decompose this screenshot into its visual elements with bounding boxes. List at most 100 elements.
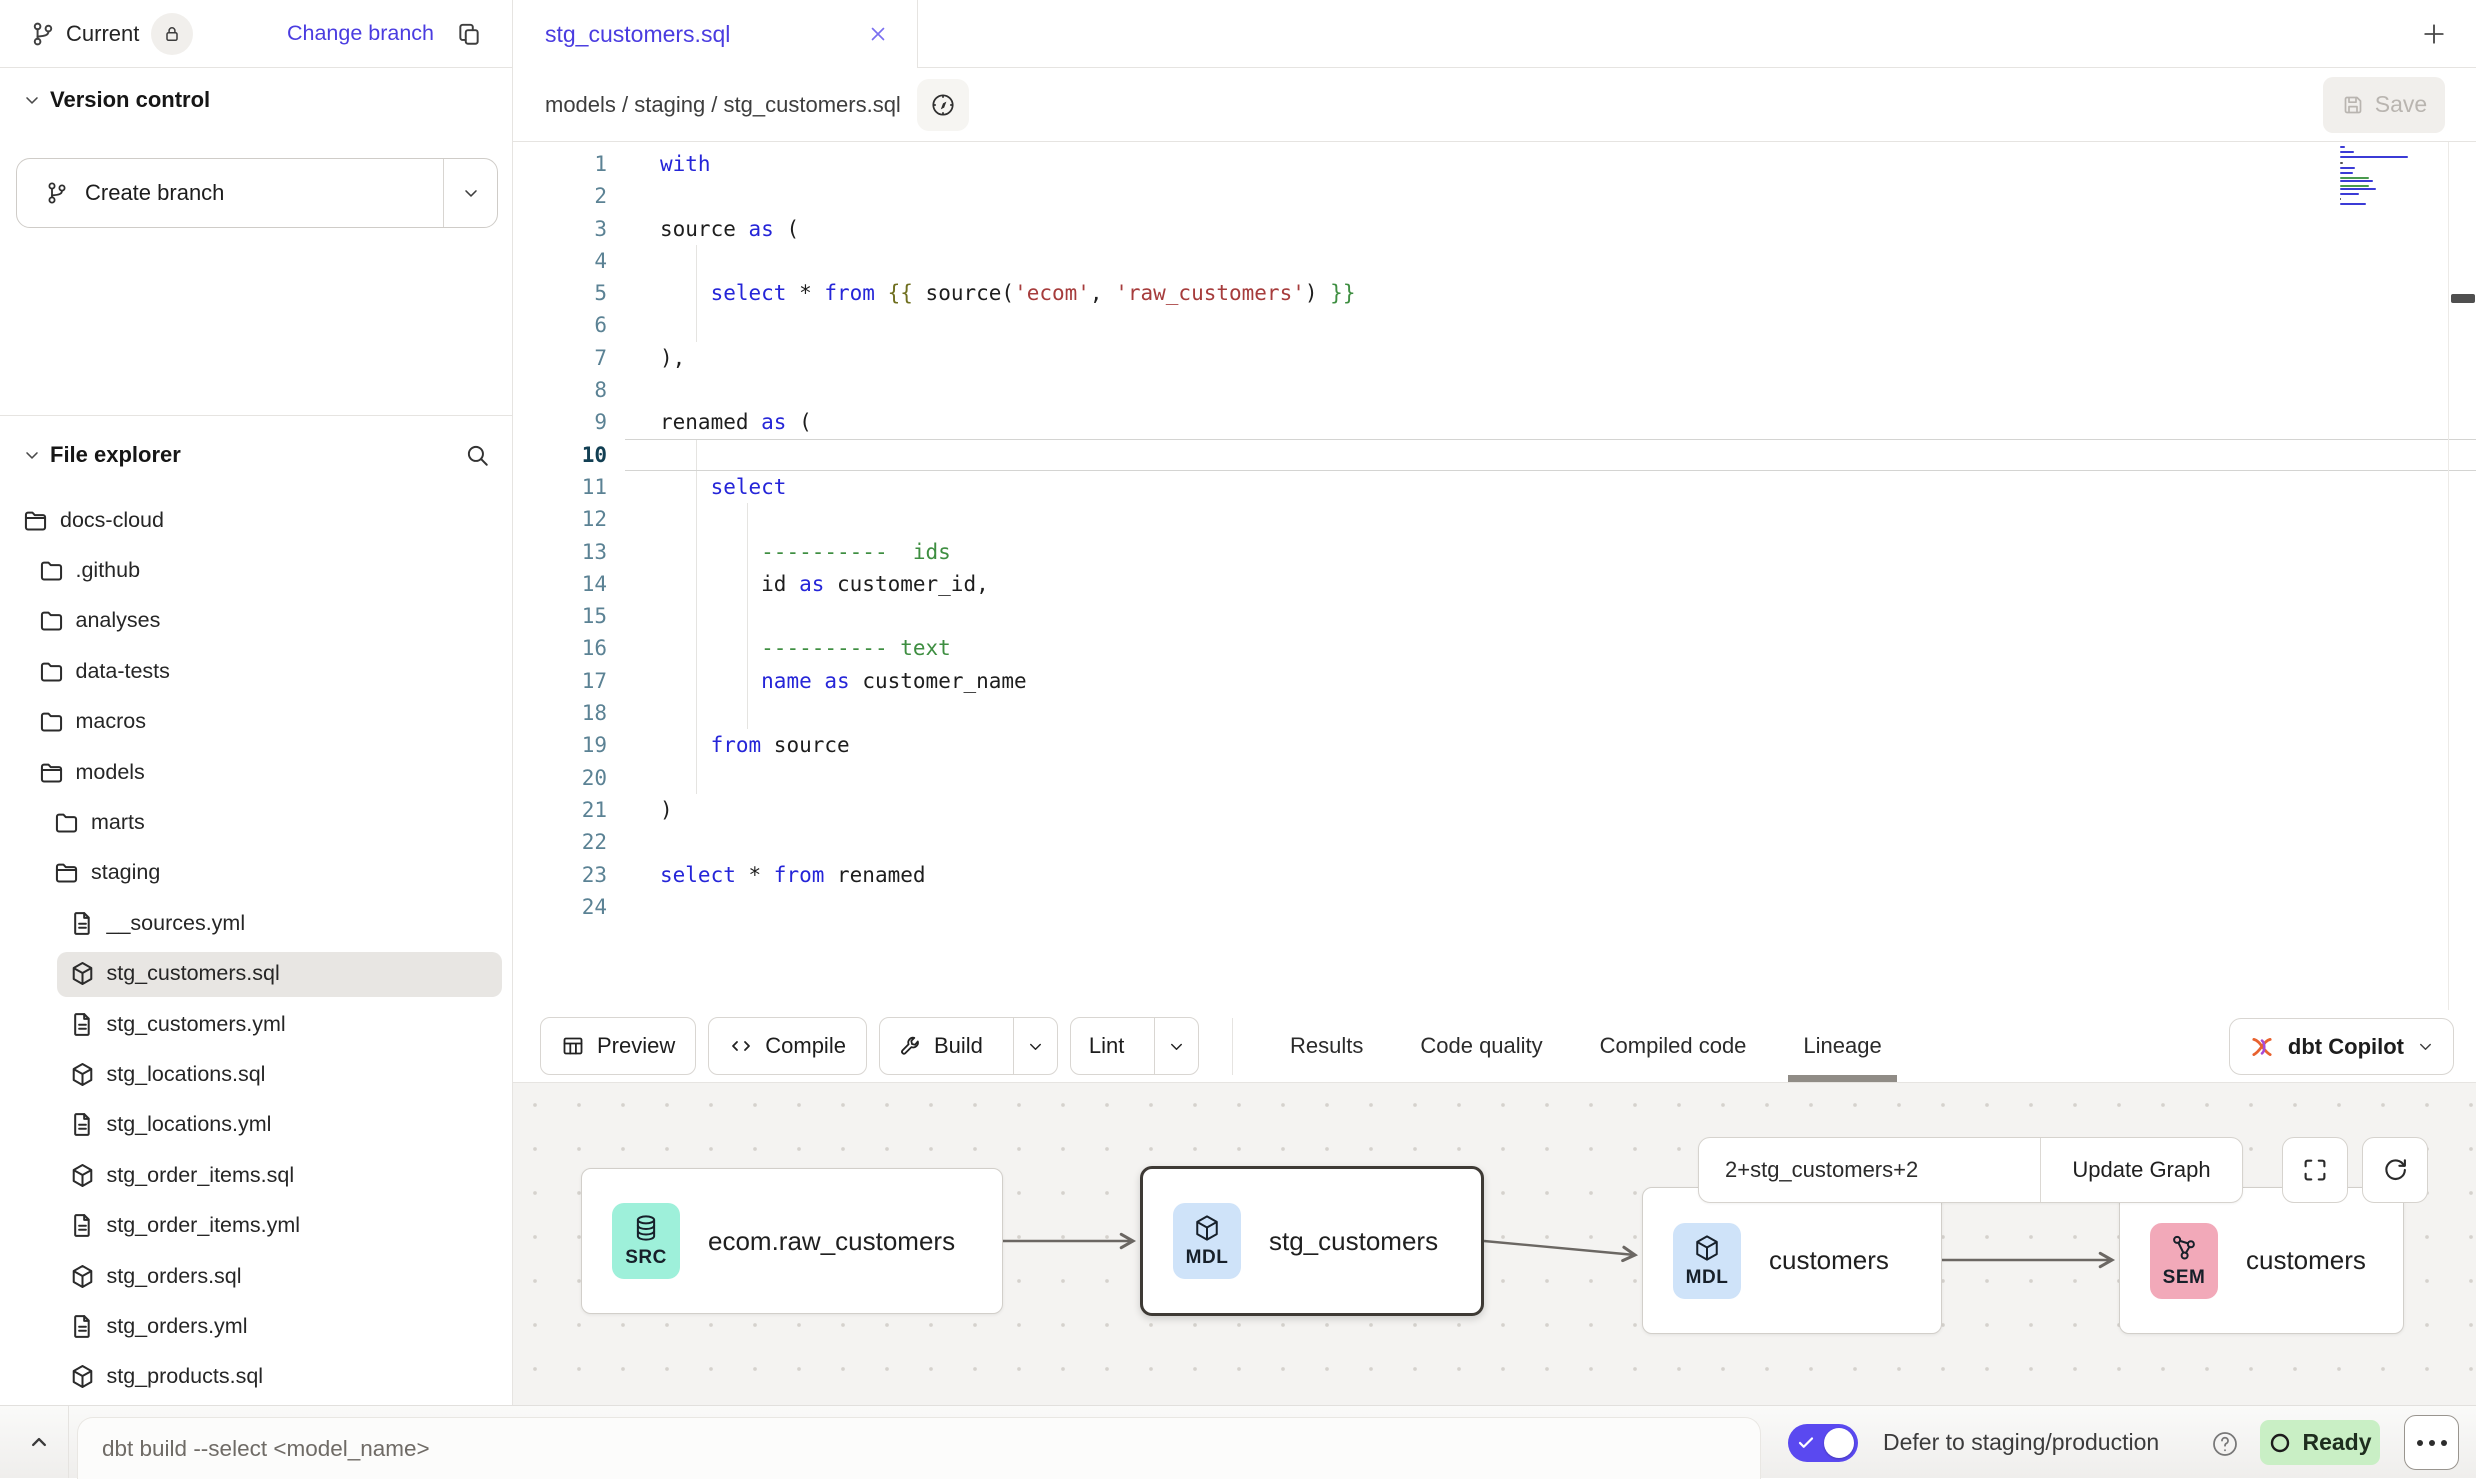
tree-item-data-tests[interactable]: data-tests [0,646,511,696]
lineage-selector-input[interactable] [1699,1138,2040,1202]
tree-item-stg-products-sql[interactable]: stg_products.sql [0,1352,511,1402]
code-line-23[interactable]: 23select * from renamed [513,859,2476,891]
more-options-button[interactable] [2404,1415,2459,1470]
lineage-node-src-ecom-raw-customers[interactable]: SRCecom.raw_customers [581,1168,1003,1314]
file-model-icon [69,1263,96,1290]
code-line-8[interactable]: 8 [513,374,2476,406]
help-icon[interactable] [2210,1429,2240,1459]
code-line-1[interactable]: 1with [513,148,2476,180]
code-line-12[interactable]: 12 [513,503,2476,535]
code-line-5[interactable]: 5 select * from {{ source('ecom', 'raw_c… [513,277,2476,309]
code-line-21[interactable]: 21) [513,794,2476,826]
wrench-icon [898,1034,922,1058]
code-line-22[interactable]: 22 [513,826,2476,858]
folder-open-icon [38,759,65,786]
tree-item-stg-customers-yml[interactable]: stg_customers.yml [0,999,511,1049]
tree-item-models[interactable]: models [0,747,511,797]
file-model-icon [1192,1213,1222,1243]
code-line-13[interactable]: 13 ---------- ids [513,536,2476,568]
lineage-node-mdl-stg-customers[interactable]: MDLstg_customers [1140,1166,1484,1316]
tree-item-stg-locations-sql[interactable]: stg_locations.sql [0,1049,511,1099]
dbt-copilot-icon [2248,1033,2276,1061]
code-editor[interactable]: 1with23source as (45 select * from {{ so… [513,142,2476,1010]
status-badge[interactable]: Ready [2260,1420,2380,1465]
compile-button[interactable]: Compile [708,1017,867,1075]
tree-item-analyses[interactable]: analyses [0,596,511,646]
new-tab-button[interactable] [2414,14,2454,54]
panel-tab-results[interactable]: Results [1290,1010,1363,1082]
panel-tab-lineage[interactable]: Lineage [1803,1010,1881,1082]
node-label: stg_customers [1269,1226,1438,1257]
lineage-node-sem-customers[interactable]: SEMcustomers [2119,1187,2404,1334]
tree-item-stg-customers-sql[interactable]: stg_customers.sql [0,949,511,999]
git-branch-icon [30,21,56,47]
folder-icon [38,658,65,685]
change-branch-link[interactable]: Change branch [287,21,434,46]
lineage-node-mdl-customers[interactable]: MDLcustomers [1642,1187,1942,1334]
lint-button[interactable]: Lint [1071,1018,1142,1074]
code-line-10[interactable]: 10 [513,439,2476,471]
file-doc-icon [69,1111,96,1138]
save-label: Save [2375,91,2427,118]
code-line-7[interactable]: 7), [513,342,2476,374]
code-line-11[interactable]: 11 select [513,471,2476,503]
panel-tab-code-quality[interactable]: Code quality [1420,1010,1542,1082]
tree-item--sources-yml[interactable]: __sources.yml [0,898,511,948]
build-label: Build [934,1033,983,1059]
code-line-4[interactable]: 4 [513,245,2476,277]
copy-branch-icon[interactable] [456,21,482,47]
chevron-down-icon [22,445,42,465]
tree-item--github[interactable]: .github [0,545,511,595]
tree-item-staging[interactable]: staging [0,848,511,898]
code-line-20[interactable]: 20 [513,762,2476,794]
lint-dropdown[interactable] [1154,1018,1198,1074]
git-branch-icon [45,181,69,205]
tree-item-stg-orders-yml[interactable]: stg_orders.yml [0,1301,511,1351]
create-branch-button[interactable]: Create branch [17,159,443,227]
tree-item-stg-locations-yml[interactable]: stg_locations.yml [0,1100,511,1150]
defer-toggle[interactable] [1788,1424,1858,1462]
code-line-14[interactable]: 14 id as customer_id, [513,568,2476,600]
code-line-16[interactable]: 16 ---------- text [513,632,2476,664]
code-line-2[interactable]: 2 [513,180,2476,212]
tree-item-stg-orders-sql[interactable]: stg_orders.sql [0,1251,511,1301]
build-button[interactable]: Build [880,1018,1001,1074]
tree-item-marts[interactable]: marts [0,797,511,847]
tree-item-docs-cloud[interactable]: docs-cloud [0,495,511,545]
branch-locked-badge [151,13,193,55]
code-line-24[interactable]: 24 [513,891,2476,923]
code-line-3[interactable]: 3source as ( [513,213,2476,245]
code-line-6[interactable]: 6 [513,309,2476,341]
expand-command-bar-button[interactable] [25,1428,55,1458]
file-explorer-header[interactable]: File explorer [0,415,512,493]
code-line-15[interactable]: 15 [513,600,2476,632]
refresh-button[interactable] [2362,1137,2428,1203]
dbt-copilot-button[interactable]: dbt Copilot [2229,1018,2454,1075]
tree-item-stg-order-items-yml[interactable]: stg_order_items.yml [0,1200,511,1250]
build-dropdown[interactable] [1013,1018,1057,1074]
version-control-header[interactable]: Version control [0,68,512,132]
chevron-down-icon [461,183,481,203]
preview-label: Preview [597,1033,675,1059]
minimap[interactable] [2340,146,2410,202]
code-line-17[interactable]: 17 name as customer_name [513,665,2476,697]
preview-button[interactable]: Preview [540,1017,696,1075]
command-input[interactable] [78,1436,1760,1462]
save-button[interactable]: Save [2323,77,2445,133]
panel-tab-compiled-code[interactable]: Compiled code [1600,1010,1747,1082]
close-icon[interactable] [867,23,889,45]
fullscreen-button[interactable] [2282,1137,2348,1203]
create-branch-dropdown[interactable] [443,159,497,227]
lineage-graph[interactable]: SRCecom.raw_customers MDLstg_customers MDL… [513,1083,2476,1405]
search-icon[interactable] [464,442,490,468]
code-line-9[interactable]: 9renamed as ( [513,406,2476,438]
tree-item-stg-order-items-sql[interactable]: stg_order_items.sql [0,1150,511,1200]
scrollbar-thumb[interactable] [2451,294,2475,303]
code-line-18[interactable]: 18 [513,697,2476,729]
update-graph-button[interactable]: Update Graph [2040,1138,2242,1202]
tab-stg-customers-sql[interactable]: stg_customers.sql [513,0,918,68]
code-line-19[interactable]: 19 from source [513,729,2476,761]
copilot-compass-button[interactable] [917,79,969,131]
tree-item-macros[interactable]: macros [0,697,511,747]
scrollbar-track [2448,142,2449,1010]
